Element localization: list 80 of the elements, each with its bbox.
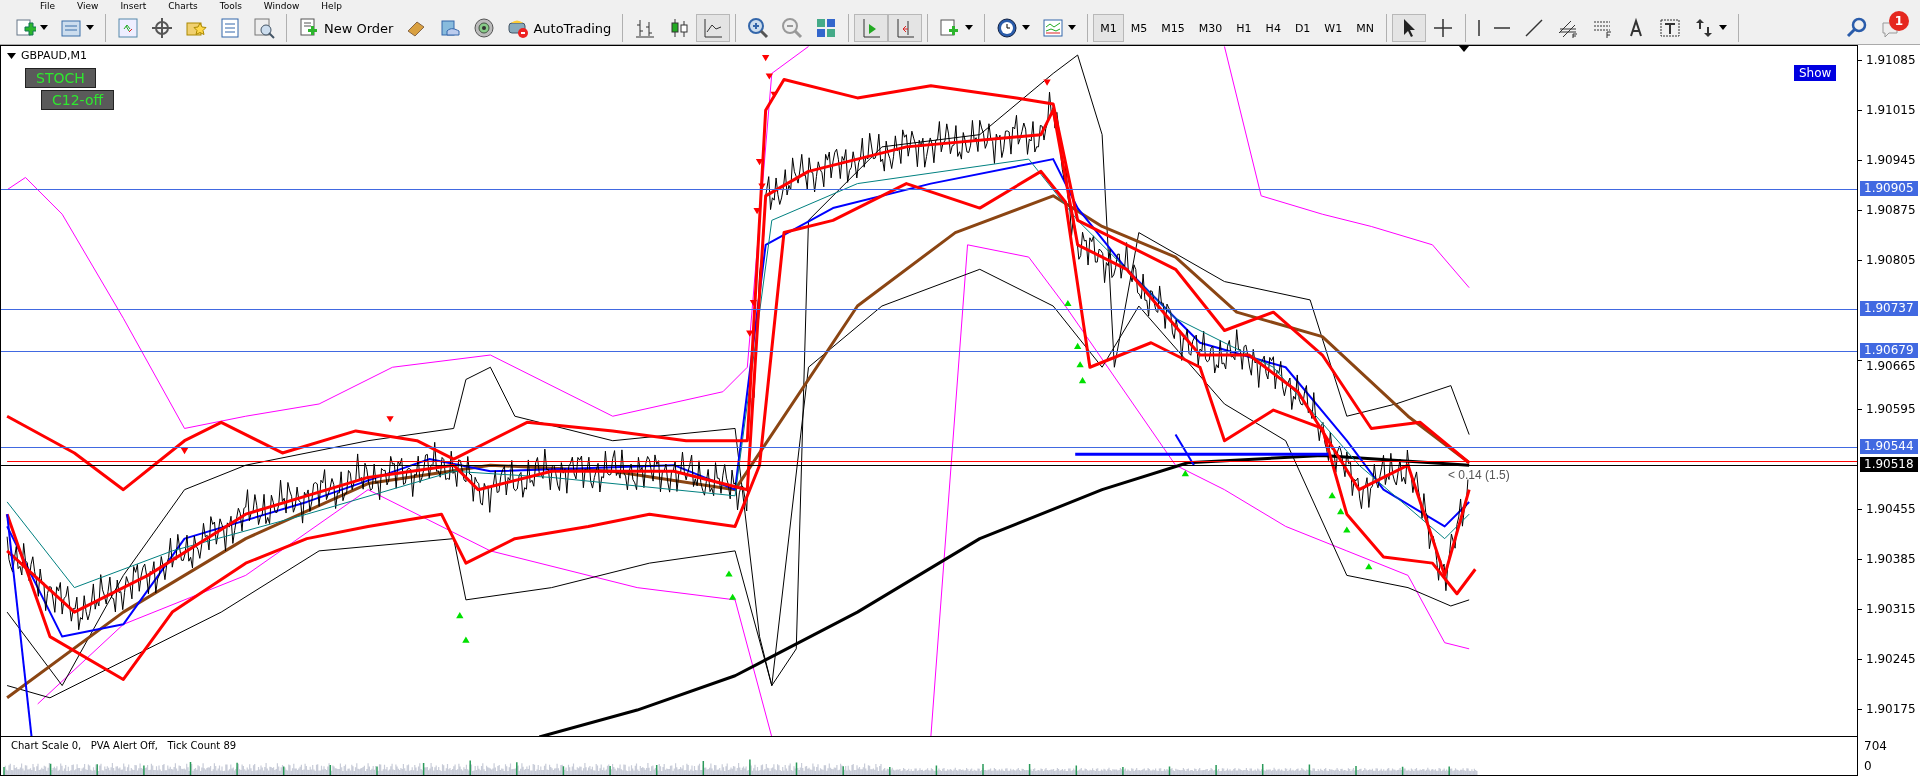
price-level-label: 1.90679	[1860, 343, 1918, 358]
scale-label: 0	[1864, 759, 1872, 773]
price-label: 1.90315	[1866, 602, 1916, 616]
search-icon	[1846, 17, 1868, 39]
timeframe-button[interactable]: D1	[1287, 14, 1318, 42]
menu-item[interactable]: Help	[321, 0, 342, 12]
timeframe-button[interactable]: M15	[1154, 14, 1192, 42]
new-order-button[interactable]: New Order	[292, 14, 400, 42]
text-frame-icon	[1658, 17, 1681, 39]
chart-template-icon	[1042, 17, 1065, 39]
caret-icon	[965, 25, 974, 31]
indicator-label: STOCH	[25, 68, 96, 88]
play-axis-icon	[860, 17, 883, 39]
indicator-label: C12-off	[41, 90, 115, 110]
menu-item[interactable]: Insert	[120, 0, 147, 12]
zoom-out-icon	[781, 17, 804, 39]
timeframe-button[interactable]: W1	[1317, 14, 1350, 42]
crosshair-icon	[1431, 17, 1454, 39]
auto-scroll-button[interactable]	[854, 14, 889, 42]
menu-item[interactable]: File	[40, 0, 56, 12]
line-chart-button[interactable]	[696, 14, 731, 42]
price-label: 1.90665	[1866, 359, 1916, 373]
line-chart-icon	[702, 17, 725, 39]
scale-label: 704	[1864, 739, 1887, 753]
disc-icon	[473, 17, 496, 39]
price-label: 1.90595	[1866, 402, 1916, 416]
menu-item[interactable]: Charts	[168, 0, 198, 12]
add-chart-icon	[14, 17, 36, 39]
shift-axis-icon	[894, 17, 917, 39]
timeframe-button[interactable]: M30	[1191, 14, 1230, 42]
notifications-button[interactable]: 1	[1874, 14, 1908, 42]
clock-icon	[996, 17, 1019, 39]
price-level-label: 1.90518	[1860, 457, 1918, 472]
menu-item[interactable]: Window	[263, 0, 300, 12]
notification-badge: 1	[1889, 11, 1909, 31]
menu-item[interactable]: Tools	[219, 0, 242, 12]
chart-shift-button[interactable]	[888, 14, 923, 42]
zoom-in-icon	[747, 17, 770, 39]
price-label: 1.90805	[1866, 253, 1916, 267]
price-label: 1.90175	[1866, 702, 1916, 716]
quotes-icon	[117, 17, 139, 39]
menu-item[interactable]: View	[77, 0, 99, 12]
timeframe-button[interactable]: M1	[1093, 14, 1124, 42]
price-label: 1.90245	[1866, 652, 1916, 666]
grid-icon	[815, 17, 838, 39]
dropdown-triangle-icon	[7, 52, 16, 59]
caret-icon	[1068, 25, 1077, 31]
window-stack-icon	[60, 17, 82, 39]
caret-icon	[1022, 25, 1031, 31]
magnifier-document-icon	[253, 17, 275, 39]
cursor-button[interactable]	[1391, 14, 1426, 42]
crosshair-icon	[151, 17, 173, 39]
horizontal-line-icon	[1492, 26, 1511, 30]
autotrading-button[interactable]: AutoTrading	[501, 14, 618, 42]
bar-chart-icon	[634, 17, 657, 39]
price-label: 1.90875	[1866, 203, 1916, 217]
price-level-label: 1.90544	[1860, 439, 1918, 454]
show-button[interactable]: Show	[1794, 65, 1837, 81]
cloud-document-icon	[439, 17, 462, 39]
price-level-label: 1.90737	[1860, 301, 1918, 316]
price-level-label: 1.90905	[1860, 181, 1918, 196]
add-document-icon	[298, 17, 320, 39]
indicator-status: Chart Scale 0, PVA Alert Off, Tick Count 89	[11, 740, 237, 751]
timeframe-button[interactable]: H1	[1229, 14, 1259, 42]
candlestick-icon	[668, 17, 691, 39]
price-label: 1.90945	[1866, 153, 1916, 167]
caret-icon	[1718, 25, 1727, 31]
caret-icon	[40, 25, 48, 31]
timeframe-button[interactable]: M5	[1123, 14, 1155, 42]
price-label: 1.91015	[1866, 103, 1916, 117]
price-annotation: < 0.14 (1.5)	[1448, 468, 1510, 482]
vertical-line-icon	[1476, 19, 1481, 37]
caret-icon	[86, 25, 94, 31]
list-icon	[219, 17, 241, 39]
price-label: 1.90455	[1866, 502, 1916, 516]
price-label: 1.91085	[1866, 53, 1916, 67]
chart-symbol: GBPAUD,M1	[21, 49, 88, 62]
price-label: 1.90385	[1866, 552, 1916, 566]
timeframe-button[interactable]: H4	[1258, 14, 1288, 42]
timeframe-button[interactable]: MN	[1349, 14, 1381, 42]
